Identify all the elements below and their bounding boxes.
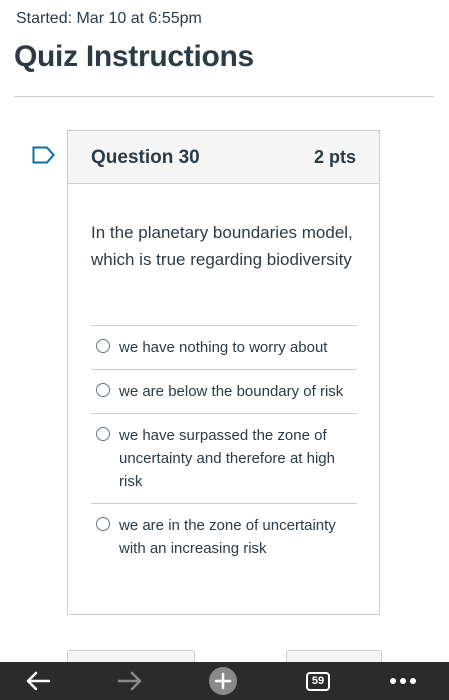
question-card: Question 30 2 pts In the planetary bound… bbox=[67, 130, 380, 615]
browser-toolbar: 59 bbox=[0, 662, 449, 700]
answer-option-3[interactable]: we have surpassed the zone of uncertaint… bbox=[91, 413, 357, 503]
question-number: Question 30 bbox=[91, 147, 200, 168]
tab-count: 59 bbox=[306, 671, 330, 691]
answer-label: we are below the boundary of risk bbox=[119, 383, 344, 400]
answer-option-2[interactable]: we are below the boundary of risk bbox=[91, 369, 357, 413]
tab-count-icon[interactable]: 59 bbox=[302, 662, 334, 700]
page-title: Quiz Instructions bbox=[14, 40, 254, 73]
title-divider bbox=[14, 96, 434, 97]
radio-button-icon[interactable] bbox=[96, 427, 110, 441]
answer-label: we have nothing to worry about bbox=[119, 339, 328, 356]
answer-option-1[interactable]: we have nothing to worry about bbox=[91, 325, 357, 369]
back-arrow-icon[interactable] bbox=[18, 662, 58, 700]
more-menu-icon[interactable] bbox=[386, 662, 420, 700]
answer-label: we are in the zone of uncertainty with a… bbox=[119, 517, 336, 557]
answer-label: we have surpassed the zone of uncertaint… bbox=[119, 427, 335, 490]
started-timestamp: Started: Mar 10 at 6:55pm bbox=[16, 10, 202, 27]
radio-button-icon[interactable] bbox=[96, 517, 110, 531]
answer-option-4[interactable]: we are in the zone of uncertainty with a… bbox=[91, 503, 357, 570]
radio-button-icon[interactable] bbox=[96, 383, 110, 397]
radio-button-icon[interactable] bbox=[96, 339, 110, 353]
new-tab-plus-icon[interactable] bbox=[203, 662, 243, 700]
forward-arrow-icon[interactable] bbox=[110, 662, 150, 700]
question-text: In the planetary boundaries model, which… bbox=[91, 223, 353, 269]
answer-list: we have nothing to worry about we are be… bbox=[91, 325, 357, 570]
question-points: 2 pts bbox=[313, 147, 356, 167]
question-header: Question 30 2 pts bbox=[68, 131, 379, 184]
flag-question-icon[interactable] bbox=[32, 146, 56, 169]
